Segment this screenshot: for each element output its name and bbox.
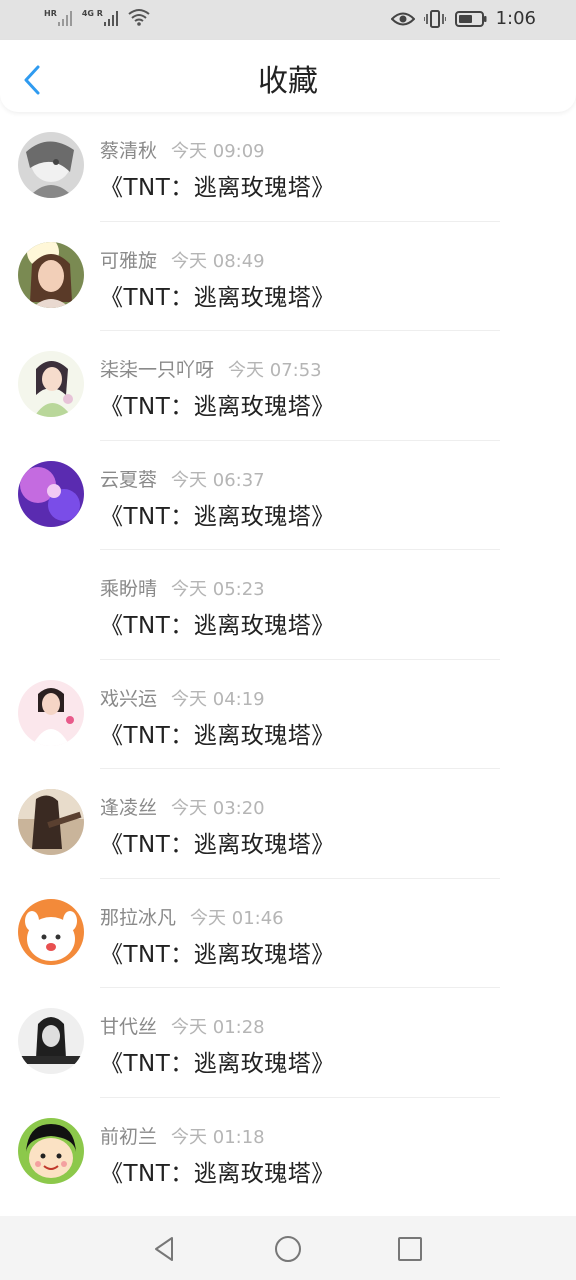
avatar-image xyxy=(18,241,84,308)
avatar-image xyxy=(18,789,84,855)
list-item[interactable]: 前初兰 今天 01:18 《TNT：逃离玫瑰塔》 xyxy=(0,1098,576,1208)
avatar[interactable] xyxy=(18,679,84,746)
nav-home-button[interactable] xyxy=(273,1234,303,1264)
list-item[interactable]: 可雅旋 今天 08:49 《TNT：逃离玫瑰塔》 xyxy=(0,222,576,331)
list-item[interactable]: 戏兴运 今天 04:19 《TNT：逃离玫瑰塔》 xyxy=(0,660,576,769)
circle-home-icon xyxy=(275,1236,301,1262)
list-item[interactable]: 那拉冰凡 今天 01:46 《TNT：逃离玫瑰塔》 xyxy=(0,879,576,988)
avatar[interactable] xyxy=(18,789,84,855)
book-title[interactable]: 《TNT：逃离玫瑰塔》 xyxy=(100,387,335,421)
timestamp: 今天 08:49 xyxy=(171,250,265,272)
signal-2-label: 4G R xyxy=(81,9,103,18)
book-title[interactable]: 《TNT：逃离玫瑰塔》 xyxy=(100,1044,335,1078)
timestamp: 今天 07:53 xyxy=(228,360,322,381)
avatar-image xyxy=(18,679,84,746)
signal-2: 4G R xyxy=(82,10,120,26)
user-name: 前初兰 xyxy=(100,1125,158,1148)
vibrate-icon xyxy=(423,10,446,28)
list-item[interactable]: 逢凌丝 今天 03:20 《TNT：逃离玫瑰塔》 xyxy=(0,769,576,879)
timestamp: 今天 01:28 xyxy=(171,1017,265,1038)
timestamp: 今天 09:09 xyxy=(171,141,265,162)
avatar-image xyxy=(18,460,84,527)
user-name: 可雅旋 xyxy=(100,249,158,272)
battery-icon xyxy=(454,11,487,27)
avatar-image xyxy=(18,1008,84,1074)
signal-1-label: HR xyxy=(44,9,57,18)
timestamp: 今天 03:20 xyxy=(171,798,265,819)
avatar-image xyxy=(18,570,84,636)
user-name: 那拉冰凡 xyxy=(100,906,177,929)
avatar[interactable] xyxy=(18,570,84,636)
timestamp: 今天 05:23 xyxy=(171,579,265,600)
clock: 1:06 xyxy=(495,8,536,29)
avatar[interactable] xyxy=(18,241,84,308)
system-nav-bar xyxy=(0,1216,576,1280)
user-name: 柒柒一只吖呀 xyxy=(100,359,215,381)
user-name: 逢凌丝 xyxy=(100,797,158,819)
nav-back-button[interactable] xyxy=(150,1234,180,1264)
triangle-back-icon xyxy=(155,1237,173,1261)
book-title[interactable]: 《TNT：逃离玫瑰塔》 xyxy=(100,825,335,859)
list-item[interactable]: 蔡清秋 今天 09:09 《TNT：逃离玫瑰塔》 xyxy=(0,112,576,222)
signal-bars-icon xyxy=(57,11,72,26)
book-title[interactable]: 《TNT：逃离玫瑰塔》 xyxy=(100,168,335,202)
list-item[interactable]: 柒柒一只吖呀 今天 07:53 《TNT：逃离玫瑰塔》 xyxy=(0,331,576,441)
timestamp: 今天 04:19 xyxy=(171,688,265,710)
avatar-image xyxy=(18,132,84,198)
list-item[interactable]: 云夏蓉 今天 06:37 《TNT：逃离玫瑰塔》 xyxy=(0,441,576,550)
wifi-icon xyxy=(128,9,150,26)
timestamp: 今天 01:46 xyxy=(190,907,284,929)
list-item[interactable]: 甘代丝 今天 01:28 《TNT：逃离玫瑰塔》 xyxy=(0,988,576,1098)
user-name: 甘代丝 xyxy=(100,1016,158,1038)
book-title[interactable]: 《TNT：逃离玫瑰塔》 xyxy=(100,606,335,640)
avatar[interactable] xyxy=(18,351,84,417)
signal-1: HR xyxy=(44,10,74,26)
book-title[interactable]: 《TNT：逃离玫瑰塔》 xyxy=(100,935,335,969)
favorites-list: 蔡清秋 今天 09:09 《TNT：逃离玫瑰塔》 可雅旋 今天 08:49 《T… xyxy=(0,112,576,1207)
signal-bars-icon xyxy=(103,11,118,26)
book-title[interactable]: 《TNT：逃离玫瑰塔》 xyxy=(100,497,335,531)
nav-header: 收藏 xyxy=(0,40,576,112)
avatar[interactable] xyxy=(18,132,84,198)
timestamp: 今天 06:37 xyxy=(171,469,265,491)
avatar-image xyxy=(18,898,84,965)
avatar-image xyxy=(18,1117,84,1184)
user-name: 云夏蓉 xyxy=(100,468,158,491)
nav-recents-button[interactable] xyxy=(395,1234,425,1264)
user-name: 蔡清秋 xyxy=(100,140,158,162)
list-item[interactable]: 乘盼晴 今天 05:23 《TNT：逃离玫瑰塔》 xyxy=(0,550,576,660)
timestamp: 今天 01:18 xyxy=(171,1126,265,1148)
avatar[interactable] xyxy=(18,1008,84,1074)
eye-icon xyxy=(390,12,415,26)
user-name: 乘盼晴 xyxy=(100,578,158,600)
book-title[interactable]: 《TNT：逃离玫瑰塔》 xyxy=(100,278,335,312)
square-recents-icon xyxy=(398,1237,422,1261)
book-title[interactable]: 《TNT：逃离玫瑰塔》 xyxy=(100,1154,335,1188)
book-title[interactable]: 《TNT：逃离玫瑰塔》 xyxy=(100,716,335,750)
status-bar: HR 4G R 1:06 xyxy=(0,0,576,40)
page-title: 收藏 xyxy=(258,64,318,99)
avatar[interactable] xyxy=(18,898,84,965)
avatar[interactable] xyxy=(18,460,84,527)
avatar[interactable] xyxy=(18,1117,84,1184)
avatar-image xyxy=(18,351,84,417)
user-name: 戏兴运 xyxy=(100,687,158,710)
